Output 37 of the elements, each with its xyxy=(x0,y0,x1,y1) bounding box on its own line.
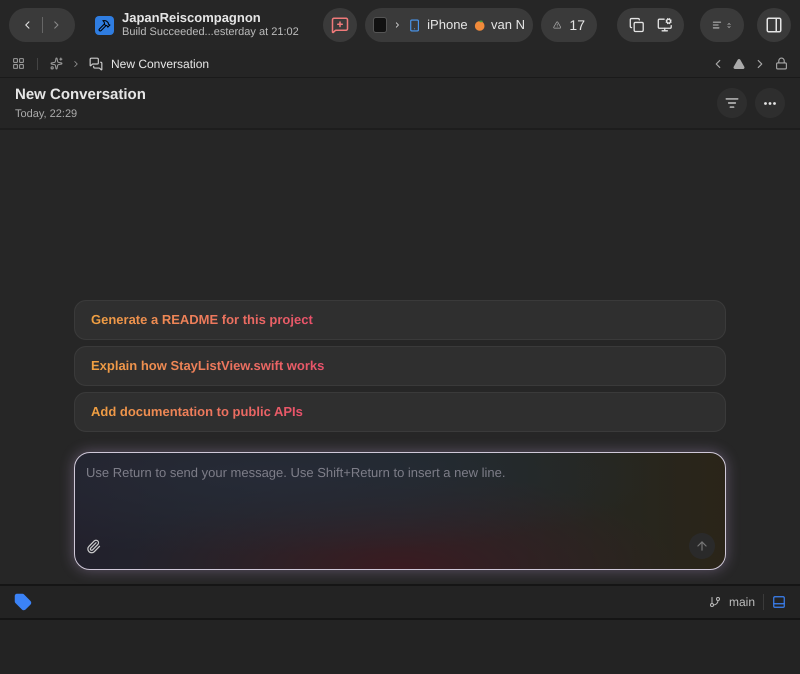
warnings-button[interactable]: 17 xyxy=(541,8,597,42)
device-name-suffix: van N xyxy=(491,16,526,34)
chat-plus-icon xyxy=(331,16,349,34)
branch-name[interactable]: main xyxy=(728,593,755,611)
attach-icon[interactable] xyxy=(86,538,101,554)
conversation-time: Today, 22:29 xyxy=(15,107,78,122)
sidebar-icon xyxy=(765,16,783,34)
more-button[interactable] xyxy=(755,88,785,118)
filter-button[interactable] xyxy=(717,88,747,118)
tag-icon[interactable] xyxy=(14,593,32,611)
grid-icon[interactable] xyxy=(12,57,25,70)
lock-icon[interactable] xyxy=(775,57,788,70)
new-conversation-button[interactable] xyxy=(323,8,357,42)
conversation-title: New Conversation xyxy=(15,84,146,104)
suggestion-button[interactable]: Explain how StayListView.swift works xyxy=(74,346,726,386)
app-icon xyxy=(373,17,388,33)
sparkle-icon[interactable] xyxy=(50,57,63,70)
display-icon[interactable] xyxy=(656,16,672,34)
send-button[interactable] xyxy=(689,533,715,559)
peach-icon xyxy=(474,18,486,32)
ellipsis-icon xyxy=(764,102,776,104)
device-name: iPhone xyxy=(427,16,468,34)
breadcrumb-item[interactable]: New Conversation xyxy=(111,54,210,72)
conversation-icon xyxy=(89,56,103,70)
phone-icon xyxy=(408,18,422,32)
suggestion-button[interactable]: Add documentation to public APIs xyxy=(74,392,726,432)
warning-icon[interactable] xyxy=(733,58,745,70)
suggestion-button[interactable]: Generate a README for this project xyxy=(74,300,726,340)
inspector-toggle-button[interactable] xyxy=(757,8,791,42)
message-input[interactable]: Use Return to send your message. Use Shift+Return to insert a new line. xyxy=(86,463,715,482)
branch-icon xyxy=(708,596,721,608)
filter-icon xyxy=(725,96,739,110)
scheme-selector[interactable]: iPhone van N xyxy=(365,8,533,42)
build-status: Build Succeeded...esterday at 21:02 xyxy=(122,26,299,40)
panel-toggle-icon[interactable] xyxy=(772,595,786,609)
project-icon xyxy=(95,16,114,34)
project-name: JapanReiscompagnon xyxy=(122,10,262,26)
